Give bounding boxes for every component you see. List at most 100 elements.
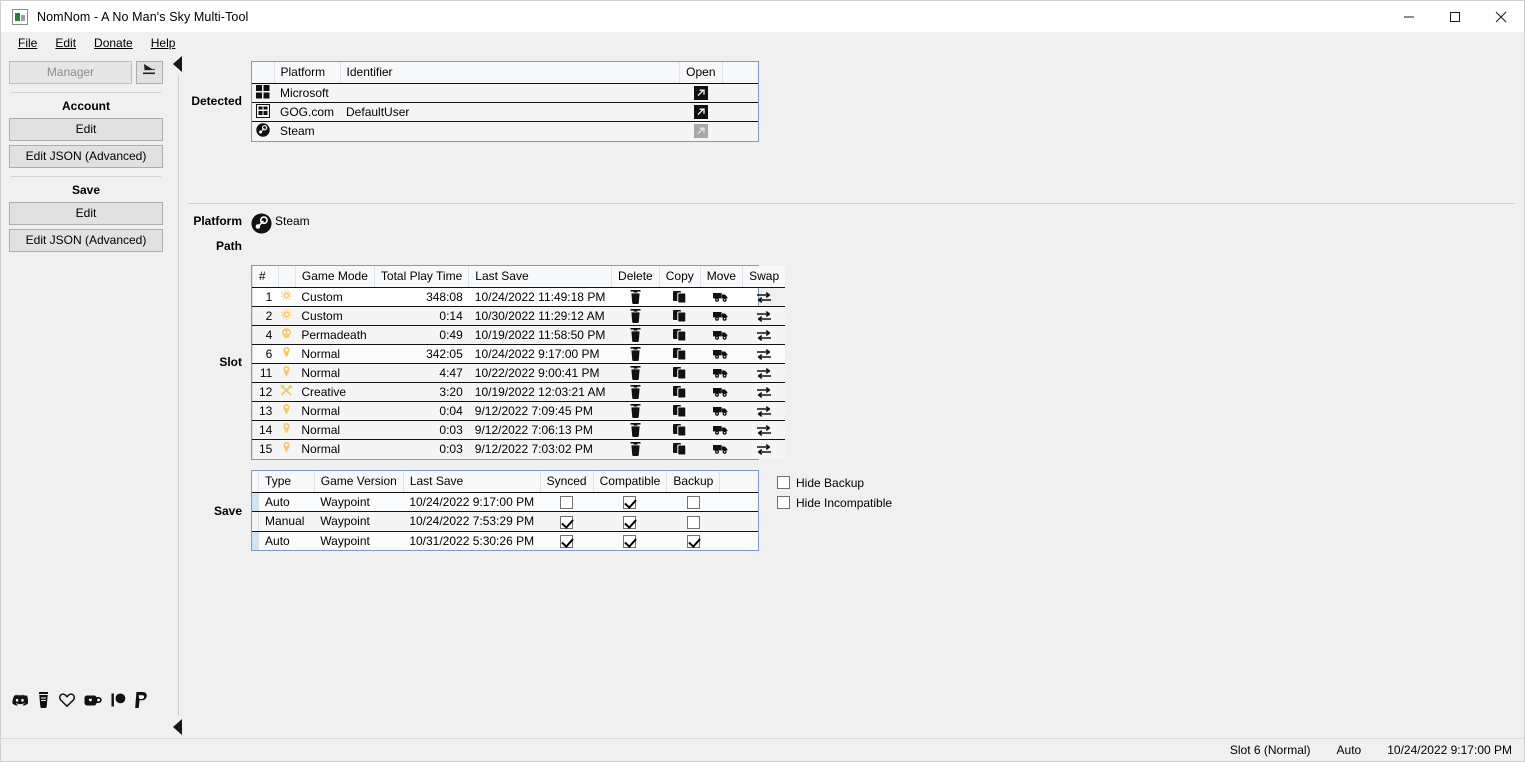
synced-checkbox[interactable] (560, 535, 573, 548)
slot-delete-cell[interactable] (612, 364, 660, 383)
slot-delete-cell[interactable] (612, 307, 660, 326)
menu-help[interactable]: Help (142, 34, 185, 52)
detected-col-icon[interactable] (252, 62, 274, 84)
table-row[interactable]: 15 Normal 0:03 9/12/2022 7:03:02 PM (252, 440, 785, 459)
truck-icon[interactable] (706, 443, 736, 455)
slot-col-move[interactable]: Move (700, 266, 742, 288)
save-col-version[interactable]: Game Version (314, 471, 403, 493)
trash-icon[interactable] (618, 347, 654, 361)
synced-checkbox[interactable] (560, 516, 573, 529)
slot-swap-cell[interactable] (743, 402, 786, 421)
save-compatible-cell[interactable] (593, 512, 667, 531)
slot-copy-cell[interactable] (659, 364, 700, 383)
table-row[interactable]: 12 Creative 3:20 10/19/2022 12:03:21 AM (252, 383, 785, 402)
trash-icon[interactable] (618, 404, 654, 418)
compatible-checkbox[interactable] (623, 516, 636, 529)
detected-col-identifier[interactable]: Identifier (340, 62, 680, 84)
copy-icon[interactable] (665, 366, 694, 380)
save-col-type[interactable]: Type (259, 471, 315, 493)
slot-col-playtime[interactable]: Total Play Time (374, 266, 468, 288)
truck-icon[interactable] (706, 386, 736, 398)
trash-icon[interactable] (618, 442, 654, 456)
trash-icon[interactable] (618, 290, 654, 304)
detected-col-platform[interactable]: Platform (274, 62, 340, 84)
compatible-checkbox[interactable] (623, 535, 636, 548)
paypal-icon[interactable] (135, 692, 148, 708)
slot-move-cell[interactable] (700, 421, 742, 440)
save-col-lastsave[interactable]: Last Save (403, 471, 540, 493)
swap-arrows-icon[interactable] (749, 367, 780, 379)
slot-move-cell[interactable] (700, 402, 742, 421)
save-compatible-cell[interactable] (593, 493, 667, 512)
buymeacoffee-icon[interactable] (37, 692, 50, 708)
copy-icon[interactable] (665, 385, 694, 399)
hide-incompatible-row[interactable]: Hide Incompatible (777, 494, 892, 511)
slot-move-cell[interactable] (700, 288, 742, 307)
swap-arrows-icon[interactable] (749, 310, 780, 322)
swap-arrows-icon[interactable] (749, 424, 780, 436)
table-row[interactable]: 14 Normal 0:03 9/12/2022 7:06:13 PM (252, 421, 785, 440)
table-row[interactable]: 6 Normal 342:05 10/24/2022 9:17:00 PM (252, 345, 785, 364)
trash-icon[interactable] (618, 328, 654, 342)
table-row[interactable]: GOG.com DefaultUser (252, 103, 758, 122)
open-cell[interactable] (680, 84, 722, 103)
slot-copy-cell[interactable] (659, 326, 700, 345)
menu-edit[interactable]: Edit (46, 34, 85, 52)
account-edit-json-button[interactable]: Edit JSON (Advanced) (9, 145, 163, 168)
slot-swap-cell[interactable] (743, 364, 786, 383)
import-button[interactable] (136, 61, 163, 84)
github-sponsors-heart-icon[interactable] (59, 693, 75, 707)
table-row[interactable]: Microsoft (252, 84, 758, 103)
save-compatible-cell[interactable] (593, 531, 667, 550)
copy-icon[interactable] (665, 290, 694, 304)
table-row[interactable]: Auto Waypoint 10/24/2022 9:17:00 PM (252, 493, 758, 512)
slot-move-cell[interactable] (700, 440, 742, 459)
copy-icon[interactable] (665, 442, 694, 456)
trash-icon[interactable] (618, 309, 654, 323)
truck-icon[interactable] (706, 424, 736, 436)
swap-arrows-icon[interactable] (749, 443, 780, 455)
splitter-bar[interactable] (178, 75, 179, 716)
slot-swap-cell[interactable] (743, 383, 786, 402)
trash-icon[interactable] (618, 366, 654, 380)
slot-move-cell[interactable] (700, 383, 742, 402)
minimize-button[interactable] (1386, 1, 1432, 32)
save-synced-cell[interactable] (540, 531, 593, 550)
swap-arrows-icon[interactable] (749, 405, 780, 417)
backup-checkbox[interactable] (687, 535, 700, 548)
manager-button[interactable]: Manager (9, 61, 132, 84)
copy-icon[interactable] (665, 404, 694, 418)
copy-icon[interactable] (665, 328, 694, 342)
truck-icon[interactable] (706, 291, 736, 303)
slot-swap-cell[interactable] (743, 326, 786, 345)
table-row[interactable]: 4 Permadeath 0:49 10/19/2022 11:58:50 PM (252, 326, 785, 345)
slot-col-modeicon[interactable] (278, 266, 295, 288)
hide-backup-row[interactable]: Hide Backup (777, 474, 892, 491)
hide-incompatible-checkbox[interactable] (777, 496, 790, 509)
save-col-synced[interactable]: Synced (540, 471, 593, 493)
slot-col-swap[interactable]: Swap (743, 266, 786, 288)
slot-move-cell[interactable] (700, 345, 742, 364)
slot-swap-cell[interactable] (743, 288, 786, 307)
copy-icon[interactable] (665, 347, 694, 361)
swap-arrows-icon[interactable] (749, 329, 780, 341)
slot-delete-cell[interactable] (612, 402, 660, 421)
detected-col-open[interactable]: Open (680, 62, 722, 84)
slot-col-lastsave[interactable]: Last Save (469, 266, 612, 288)
slot-delete-cell[interactable] (612, 345, 660, 364)
hide-backup-checkbox[interactable] (777, 476, 790, 489)
slot-delete-cell[interactable] (612, 288, 660, 307)
slot-copy-cell[interactable] (659, 383, 700, 402)
slot-copy-cell[interactable] (659, 402, 700, 421)
slot-copy-cell[interactable] (659, 421, 700, 440)
slot-delete-cell[interactable] (612, 440, 660, 459)
save-col-compatible[interactable]: Compatible (593, 471, 667, 493)
save-synced-cell[interactable] (540, 512, 593, 531)
swap-arrows-icon[interactable] (749, 386, 780, 398)
slot-delete-cell[interactable] (612, 421, 660, 440)
open-icon[interactable] (686, 105, 716, 119)
save-backup-cell[interactable] (667, 493, 720, 512)
truck-icon[interactable] (706, 405, 736, 417)
backup-checkbox[interactable] (687, 516, 700, 529)
table-row[interactable]: Manual Waypoint 10/24/2022 7:53:29 PM (252, 512, 758, 531)
